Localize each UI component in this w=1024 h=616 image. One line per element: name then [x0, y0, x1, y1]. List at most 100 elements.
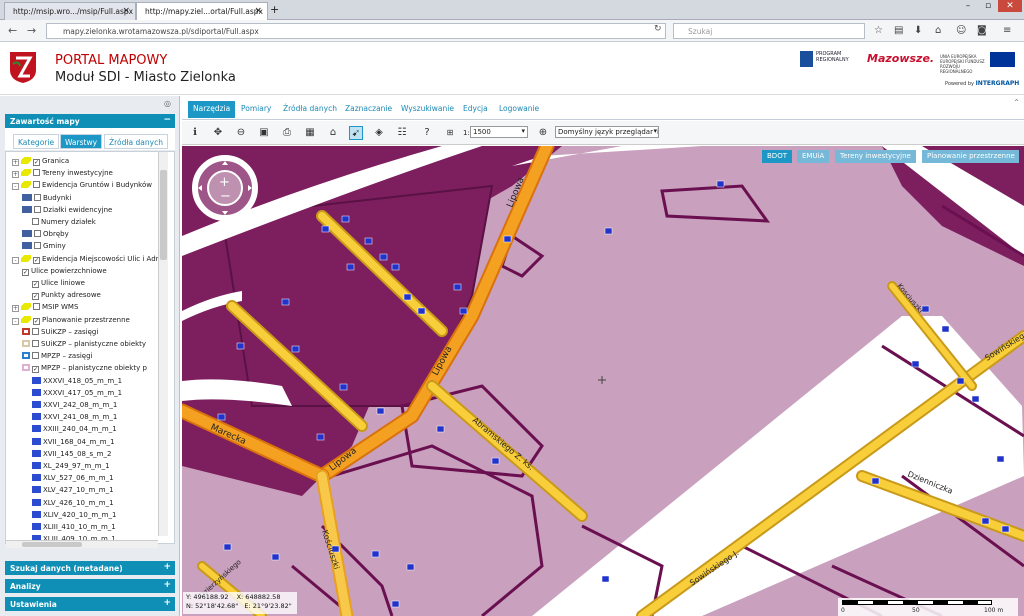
layer-tree-item[interactable]: ✓ Ulice powierzchniowe — [22, 266, 107, 278]
tab-kategorie[interactable]: Kategorie — [13, 134, 60, 149]
layer-checkbox[interactable] — [34, 193, 41, 201]
save-icon[interactable]: ▣ — [257, 126, 271, 140]
layer-checkbox[interactable] — [32, 340, 39, 347]
minimize-icon[interactable]: – — [958, 0, 978, 12]
layer-checkbox[interactable] — [32, 218, 39, 225]
maximize-icon[interactable]: ▫ — [978, 0, 998, 12]
collapse-panel-icon[interactable]: ◎ — [164, 99, 171, 108]
layer-checkbox[interactable] — [33, 303, 40, 311]
layer-checkbox[interactable] — [33, 169, 40, 177]
menu-icon[interactable]: ≡ — [1003, 25, 1011, 36]
layer-checkbox[interactable] — [32, 327, 39, 335]
layer-tree-item[interactable]: XXVI_242_08_m_m_1 — [32, 400, 117, 412]
panel-search-metadata[interactable]: Szukaj danych (metadane) + — [5, 561, 175, 575]
layer-checkbox[interactable]: ✓ — [33, 159, 40, 166]
home-extent-icon[interactable]: ⌂ — [326, 126, 340, 140]
forward-icon[interactable]: → — [27, 24, 36, 37]
layer-tree-item[interactable]: ✓ Ulice liniowe — [32, 278, 85, 290]
legend-icon[interactable]: ☷ — [395, 126, 409, 140]
layer-tree-item[interactable]: XL_249_97_m_m_1 — [32, 461, 110, 473]
map-canvas[interactable]: Lipowa Lipowa Lipowa Marecka Abramskiego… — [182, 146, 1024, 616]
panel-analizy[interactable]: Analizy + — [5, 579, 175, 593]
map-svg[interactable]: Lipowa Lipowa Lipowa Marecka Abramskiego… — [182, 146, 1024, 616]
layer-tree-item[interactable]: - ✓ Ewidencja Miejscowości Ulic i Adre — [12, 254, 163, 266]
layer-tree-item[interactable]: Budynki — [22, 193, 71, 205]
close-window-icon[interactable]: ✕ — [998, 0, 1022, 12]
layer-tree-item[interactable]: XXXVI_417_05_m_m_1 — [32, 388, 122, 400]
layer-tree-item[interactable]: + Tereny inwestycyjne — [12, 168, 113, 180]
layer-tree-item[interactable]: ✓ Punkty adresowe — [32, 290, 101, 302]
layer-tree-item[interactable]: XVII_168_04_m_m_1 — [32, 437, 115, 449]
close-icon[interactable]: × — [254, 6, 262, 16]
collapse-icon[interactable]: − — [163, 115, 171, 125]
layer-button-tereny-inwestycyjne[interactable]: Tereny inwestycyjne — [835, 150, 916, 163]
layers-icon[interactable]: ◈ — [372, 126, 386, 140]
language-select[interactable]: Domyślny język przeglądarki ▾ — [555, 126, 659, 138]
pocket-icon[interactable]: ◙ — [977, 25, 987, 36]
layer-checkbox[interactable] — [33, 181, 40, 189]
layer-tree-item[interactable]: Gminy — [22, 241, 66, 253]
tab-zaznaczanie[interactable]: Zaznaczanie — [340, 101, 398, 118]
layer-tree-item[interactable]: SUiKZP – zasięgi — [22, 327, 98, 339]
layer-checkbox[interactable]: ✓ — [32, 281, 39, 288]
layer-tree-item[interactable]: XXIII_240_04_m_m_1 — [32, 424, 117, 436]
select-icon[interactable]: ➹ — [349, 126, 363, 140]
layer-button-bdot[interactable]: BDOT — [762, 150, 792, 163]
layer-tree-item[interactable]: XVII_145_08_s_m_2 — [32, 449, 111, 461]
search-input[interactable]: Szukaj — [673, 23, 865, 39]
layer-tree-item[interactable]: Działki ewidencyjne — [22, 205, 112, 217]
tab-warstwy[interactable]: Warstwy — [60, 134, 103, 149]
browser-tab-1[interactable]: http://msip.wro.../msip/Full.aspx × — [4, 2, 136, 20]
expand-icon[interactable]: + — [12, 305, 19, 313]
panel-ustawienia[interactable]: Ustawienia + — [5, 597, 175, 611]
layer-checkbox[interactable]: ✓ — [33, 256, 40, 264]
expand-icon[interactable]: + — [163, 598, 171, 608]
tab-edycja[interactable]: Edycja — [458, 101, 493, 118]
layer-tree-item[interactable]: - Ewidencja Gruntów i Budynków — [12, 180, 152, 192]
scale-select[interactable]: 1500 ▾ — [470, 126, 528, 138]
back-icon[interactable]: ← — [8, 24, 17, 37]
layer-tree-item[interactable]: - ✓ Planowanie przestrzenne — [12, 315, 130, 327]
tab-pomiary[interactable]: Pomiary — [236, 101, 277, 118]
reload-icon[interactable]: ↻ — [654, 24, 662, 34]
layer-checkbox[interactable]: ✓ — [32, 366, 39, 374]
expand-icon[interactable]: + — [163, 562, 171, 572]
collapse-icon[interactable]: - — [12, 183, 19, 191]
tab-zrodla-danych-main[interactable]: Źródła danych — [278, 101, 342, 118]
layer-checkbox[interactable] — [34, 230, 41, 238]
layer-tree-item[interactable]: XXVI_241_08_m_m_1 — [32, 412, 117, 424]
layer-checkbox[interactable] — [34, 242, 41, 250]
zoom-window-icon[interactable]: ⊞ — [443, 126, 457, 140]
bookmark-star-icon[interactable]: ☆ — [874, 25, 883, 36]
tab-zrodla-danych[interactable]: Źródła danych — [104, 134, 168, 149]
layer-checkbox[interactable]: ✓ — [22, 268, 29, 276]
layer-tree-item[interactable]: ✓ MPZP – planistyczne obiekty p — [22, 363, 147, 375]
layer-tree-item[interactable]: XLV_427_10_m_m_1 — [32, 485, 114, 497]
layer-tree-item[interactable]: + MSIP WMS — [12, 302, 78, 314]
tab-wyszukiwanie[interactable]: Wyszukiwanie — [396, 101, 459, 118]
layer-tree-item[interactable]: MPZP – zasięgi — [22, 351, 92, 363]
close-icon[interactable]: × — [122, 6, 130, 16]
layer-tree-item[interactable]: Obręby — [22, 229, 69, 241]
layer-checkbox[interactable]: ✓ — [32, 293, 39, 301]
layer-checkbox[interactable] — [32, 352, 39, 360]
panel-title-map-content[interactable]: Zawartość mapy − — [5, 114, 175, 128]
layer-tree-item[interactable]: XLIII_410_10_m_m_1 — [32, 522, 116, 534]
layer-tree-item[interactable]: SUiKZP – planistyczne obiekty — [22, 339, 146, 351]
chat-icon[interactable]: ☺ — [956, 25, 966, 36]
tree-scrollbar-thumb[interactable] — [160, 170, 167, 260]
expand-icon[interactable]: + — [163, 580, 171, 590]
layer-checkbox[interactable]: ✓ — [33, 317, 40, 325]
collapse-icon[interactable]: - — [12, 317, 19, 325]
tab-narzedzia[interactable]: Narzędzia — [188, 101, 236, 118]
help-icon[interactable]: ? — [420, 126, 434, 140]
zoom-out-icon[interactable]: ⊖ — [234, 126, 248, 140]
collapse-icon[interactable]: - — [12, 256, 19, 264]
layer-tree-item[interactable]: XLIV_420_10_m_m_1 — [32, 510, 116, 522]
print-icon[interactable]: ⎙ — [280, 126, 294, 140]
zoom-pan-control[interactable]: + − — [192, 155, 258, 221]
layer-tree-item[interactable]: XLV_527_06_m_m_1 — [32, 473, 114, 485]
table-icon[interactable]: ▦ — [303, 126, 317, 140]
layer-tree-item[interactable]: Numery działek — [32, 217, 96, 229]
url-bar[interactable]: mapy.zielonka.wrotamazowsza.pl/sdiportal… — [46, 23, 666, 39]
